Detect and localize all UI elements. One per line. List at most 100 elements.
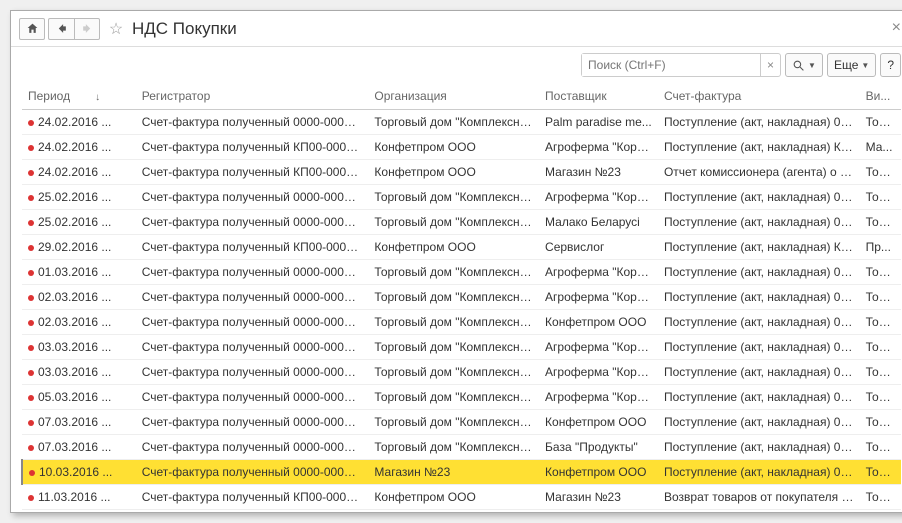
cell-type: Тов... bbox=[860, 335, 901, 360]
cell-supplier: Palm paradise me... bbox=[539, 110, 658, 135]
table-row[interactable]: 25.02.2016 ...Счет-фактура полученный 00… bbox=[22, 210, 901, 235]
help-button[interactable]: ? bbox=[880, 53, 901, 77]
status-dot-icon bbox=[28, 395, 34, 401]
cell-invoice: Поступление (акт, накладная) 0000... bbox=[658, 185, 860, 210]
cell-supplier: Конфетпром ООО bbox=[539, 460, 658, 485]
status-dot-icon bbox=[28, 320, 34, 326]
cell-org: Конфетпром ООО bbox=[368, 485, 539, 510]
cell-org: Конфетпром ООО bbox=[368, 135, 539, 160]
cell-registrar: Счет-фактура полученный 0000-000048 ... bbox=[136, 385, 369, 410]
close-button[interactable]: × bbox=[892, 19, 901, 37]
table-row[interactable]: 24.02.2016 ... Счет-фактура полученный 00… bbox=[22, 110, 901, 135]
chevron-down-icon: ▼ bbox=[808, 61, 816, 70]
status-dot-icon bbox=[29, 470, 35, 476]
cell-period: 01.03.2016 ... bbox=[38, 265, 111, 279]
table-row[interactable]: 01.03.2016 ...Счет-фактура полученный 00… bbox=[22, 260, 901, 285]
col-period[interactable]: Период↓ bbox=[22, 83, 136, 110]
cell-invoice: Поступление (акт, накладная) 0000... bbox=[658, 335, 860, 360]
cell-supplier: Агроферма "Коро... bbox=[539, 260, 658, 285]
cell-supplier: База "Продукты" bbox=[539, 435, 658, 460]
search-clear-button[interactable]: × bbox=[760, 54, 780, 76]
table-row[interactable]: 02.03.2016 ... Счет-фактура полученный 00… bbox=[22, 310, 901, 335]
forward-button[interactable] bbox=[74, 18, 100, 40]
cell-invoice: Поступление (акт, накладная) 0000... bbox=[658, 310, 860, 335]
table-row[interactable]: 24.02.2016 ... Счет-фактура полученный КП… bbox=[22, 160, 901, 185]
cell-org: Конфетпром ООО bbox=[368, 235, 539, 260]
back-button[interactable] bbox=[48, 18, 74, 40]
col-type[interactable]: Ви... bbox=[860, 83, 901, 110]
table-row[interactable]: 11.03.2016 ...Счет-фактура полученный КП… bbox=[22, 485, 901, 510]
table-row[interactable]: 24.02.2016 ...Счет-фактура полученный КП… bbox=[22, 135, 901, 160]
table-row[interactable]: 29.02.2016 ... Счет-фактура полученный КП… bbox=[22, 235, 901, 260]
cell-invoice: Поступление (акт, накладная) 0000... bbox=[658, 385, 860, 410]
cell-period: 02.03.2016 ... bbox=[38, 315, 111, 329]
cell-period: 25.02.2016 ... bbox=[38, 190, 111, 204]
cell-period: 24.02.2016 ... bbox=[38, 165, 111, 179]
table-row[interactable]: 03.03.2016 ...Счет-фактура полученный 00… bbox=[22, 360, 901, 385]
table-row[interactable]: 03.03.2016 ...Счет-фактура полученный 00… bbox=[22, 335, 901, 360]
search-input[interactable] bbox=[582, 54, 760, 76]
cell-period: 03.03.2016 ... bbox=[38, 340, 111, 354]
cell-invoice: Поступление (акт, накладная) 0000... bbox=[658, 110, 860, 135]
col-org[interactable]: Организация bbox=[368, 83, 539, 110]
col-registrar[interactable]: Регистратор bbox=[136, 83, 369, 110]
cell-registrar: Счет-фактура полученный 0000-000049 ... bbox=[136, 310, 369, 335]
cell-registrar: Счет-фактура полученный 0000-000042 ... bbox=[136, 110, 369, 135]
cell-period-wrap: 03.03.2016 ... bbox=[22, 335, 136, 360]
cell-supplier: Магазин №23 bbox=[539, 160, 658, 185]
cell-registrar: Счет-фактура полученный 0000-000044 ... bbox=[136, 210, 369, 235]
cell-registrar: Счет-фактура полученный 0000-000050 ... bbox=[136, 360, 369, 385]
status-dot-icon bbox=[28, 445, 34, 451]
col-supplier[interactable]: Поставщик bbox=[539, 83, 658, 110]
cell-type: Тов... bbox=[860, 310, 901, 335]
home-icon bbox=[26, 22, 39, 35]
status-dot-icon bbox=[28, 220, 34, 226]
status-dot-icon bbox=[28, 145, 34, 151]
cell-supplier: Агроферма "Коро... bbox=[539, 385, 658, 410]
cell-period: 10.03.2016 ... bbox=[39, 465, 112, 479]
cell-type: Тов... bbox=[860, 160, 901, 185]
cell-period: 29.02.2016 ... bbox=[38, 240, 111, 254]
table-row[interactable]: 05.03.2016 ...Счет-фактура полученный 00… bbox=[22, 385, 901, 410]
cell-org: Торговый дом "Комплексный... bbox=[368, 210, 539, 235]
cell-period: 24.02.2016 ... bbox=[38, 115, 111, 129]
cell-registrar: Счет-фактура полученный КП00-000031 ... bbox=[136, 485, 369, 510]
home-button[interactable] bbox=[19, 18, 45, 40]
cell-registrar: Счет-фактура полученный КП00-000027 ... bbox=[136, 160, 369, 185]
col-invoice[interactable]: Счет-фактура bbox=[658, 83, 860, 110]
arrow-left-icon bbox=[55, 22, 68, 35]
cell-registrar: Счет-фактура полученный КП00-000030 ... bbox=[136, 235, 369, 260]
table-row[interactable]: 25.02.2016 ...Счет-фактура полученный 00… bbox=[22, 185, 901, 210]
cell-org: Торговый дом "Комплексный... bbox=[368, 335, 539, 360]
search-options-button[interactable]: ▼ bbox=[785, 53, 823, 77]
arrow-right-icon bbox=[81, 22, 94, 35]
magnifier-icon bbox=[792, 59, 805, 72]
cell-invoice: Отчет комиссионера (агента) о про... bbox=[658, 160, 860, 185]
star-icon[interactable]: ☆ bbox=[106, 19, 126, 39]
table-row[interactable]: 02.03.2016 ...Счет-фактура полученный 00… bbox=[22, 285, 901, 310]
cell-org: Конфетпром ООО bbox=[368, 160, 539, 185]
cell-type: Тов... bbox=[860, 410, 901, 435]
cell-type: Тов... bbox=[860, 210, 901, 235]
cell-supplier: Агроферма "Коро... bbox=[539, 135, 658, 160]
chevron-down-icon: ▼ bbox=[861, 61, 869, 70]
status-dot-icon bbox=[28, 270, 34, 276]
cell-invoice: Поступление (акт, накладная) 0000... bbox=[658, 360, 860, 385]
table-row[interactable]: 10.03.2016 ... Счет-фактура полученный 00… bbox=[22, 460, 901, 485]
cell-supplier: Агроферма "Коро... bbox=[539, 285, 658, 310]
cell-registrar: Счет-фактура полученный 0000-000052 ... bbox=[136, 435, 369, 460]
cell-period-wrap: 24.02.2016 ... bbox=[22, 110, 136, 135]
table-row[interactable]: 07.03.2016 ...Счет-фактура полученный 00… bbox=[22, 435, 901, 460]
cell-registrar: Счет-фактура полученный 0000-000009 ... bbox=[136, 460, 369, 485]
cell-period-wrap: 29.02.2016 ... bbox=[22, 235, 136, 260]
table-row[interactable]: 07.03.2016 ...Счет-фактура полученный 00… bbox=[22, 410, 901, 435]
cell-supplier: Конфетпром ООО bbox=[539, 410, 658, 435]
cell-type: Тов... bbox=[860, 385, 901, 410]
cell-supplier: Агроферма "Коро... bbox=[539, 360, 658, 385]
cell-invoice: Поступление (акт, накладная) 0000... bbox=[658, 260, 860, 285]
cell-invoice: Поступление (акт, накладная) 0000... bbox=[658, 285, 860, 310]
cell-org: Торговый дом "Комплексный... bbox=[368, 285, 539, 310]
cell-supplier: Агроферма "Коро... bbox=[539, 335, 658, 360]
more-button[interactable]: Еще ▼ bbox=[827, 53, 876, 77]
cell-period-wrap: 03.03.2016 ... bbox=[22, 360, 136, 385]
